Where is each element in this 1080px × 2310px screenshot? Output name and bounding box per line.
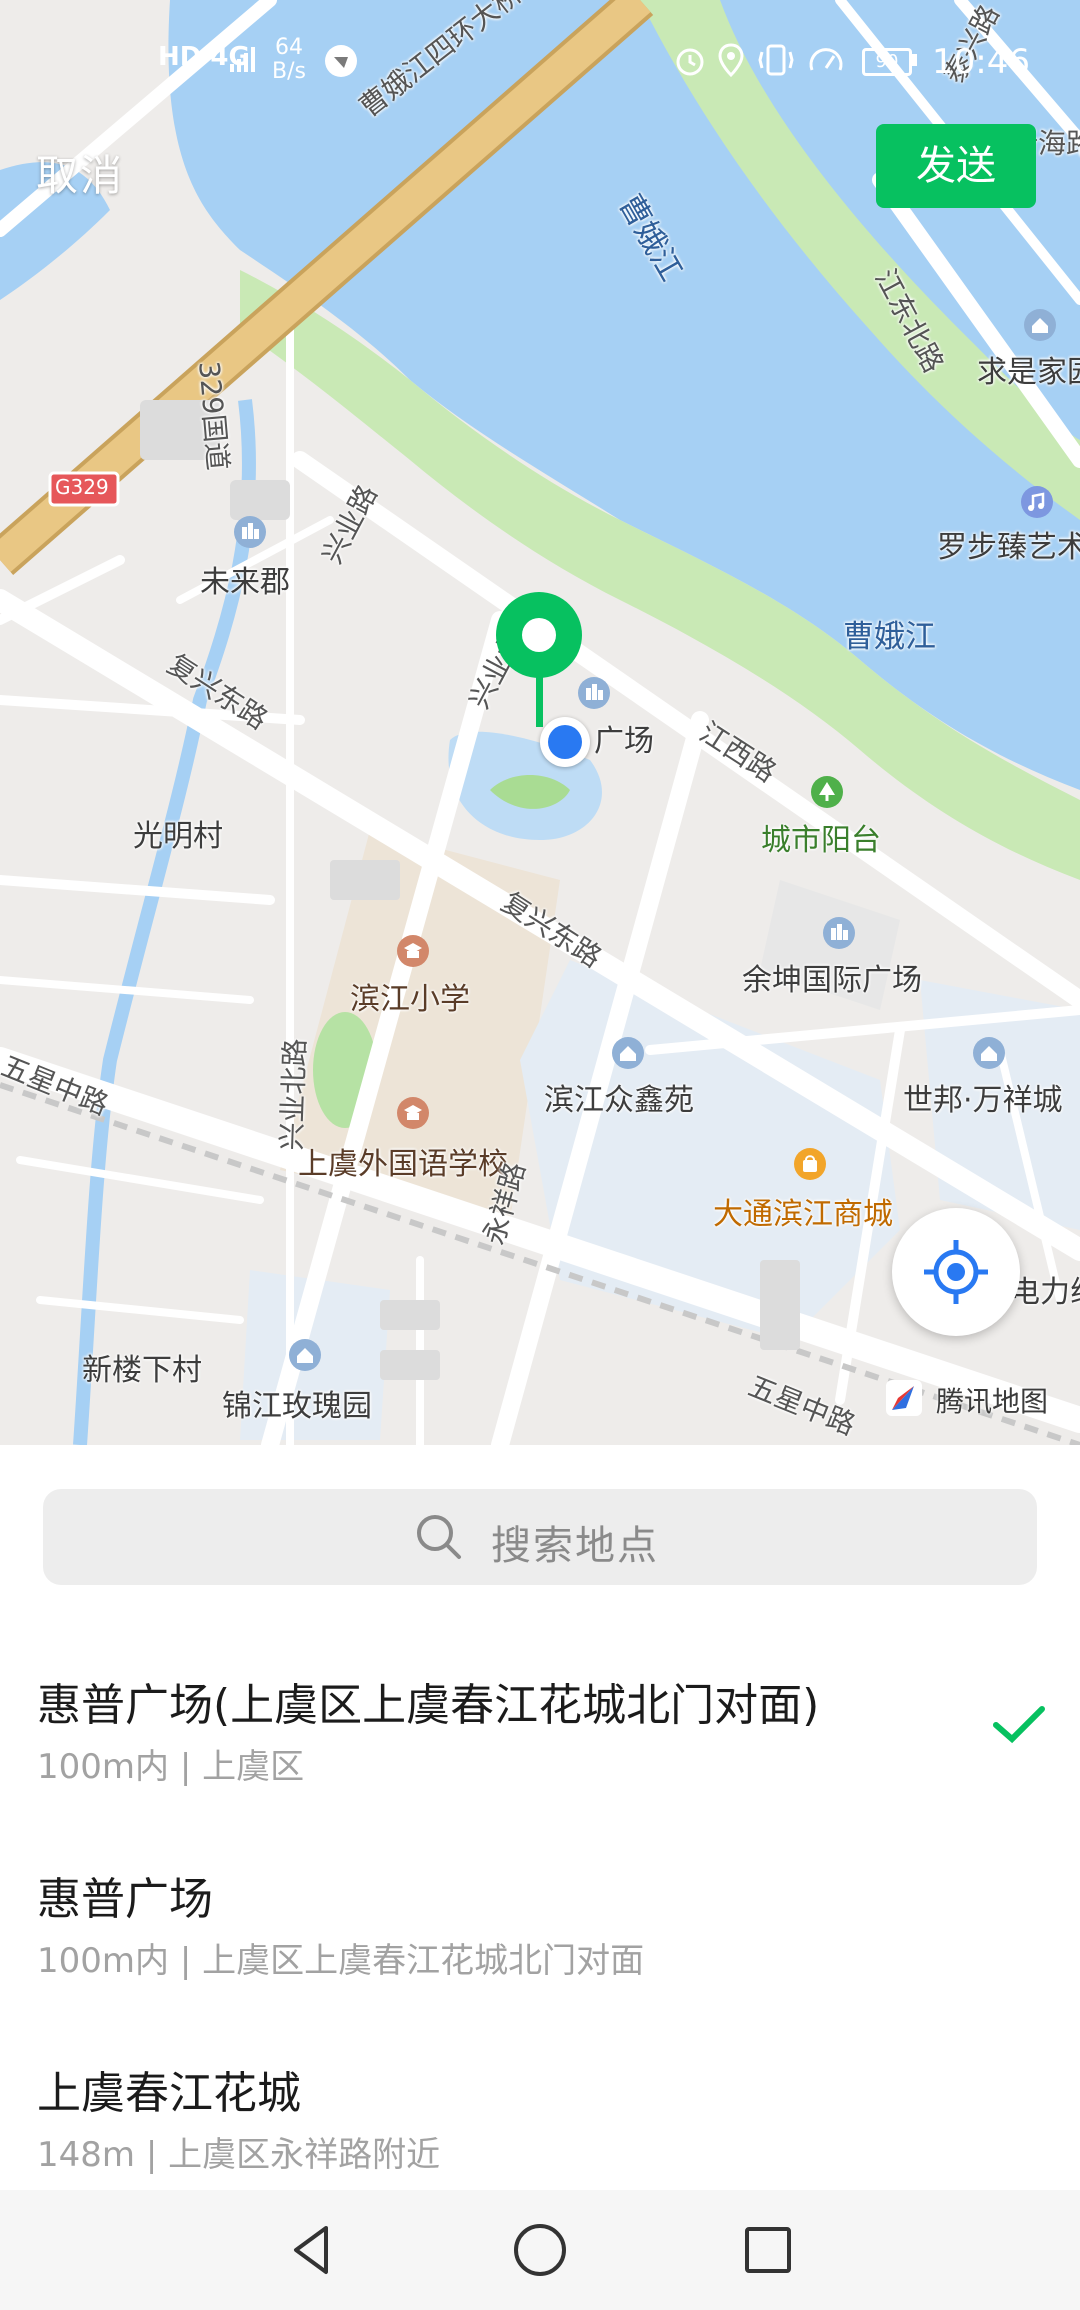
triangle-back-icon[interactable] (282, 2220, 342, 2280)
result-title: 上虞春江花城 (37, 2068, 301, 2119)
signal-icon (230, 47, 255, 72)
tencent-map-logo-icon (884, 1378, 924, 1418)
result-subtitle: 148m | 上虞区永祥路附近 (37, 2135, 441, 2175)
square-recents-icon[interactable] (738, 2220, 798, 2280)
wechat-notification-icon (325, 45, 357, 77)
binjiang-zhongxin-label: 滨江众鑫苑 (544, 1083, 694, 1118)
home-icon (288, 1338, 322, 1372)
tencent-map-brand: 腾讯地图 (936, 1385, 1049, 1418)
dianli-label: 电力线 (1010, 1275, 1080, 1310)
network-speed: 64 B/s (272, 35, 306, 84)
jinjiang-label: 锦江玫瑰园 (222, 1389, 372, 1424)
battery-indicator: 90 (862, 48, 912, 76)
qiushi-label: 求是家园 (977, 355, 1080, 390)
list-item[interactable]: 惠普广场 100m内 | 上虞区上虞春江花城北门对面 (0, 1863, 1080, 2053)
shibang-label: 世邦·万祥城 (903, 1083, 1063, 1118)
list-item[interactable]: 惠普广场(上虞区上虞春江花城北门对面) 100m内 | 上虞区 (0, 1669, 1080, 1859)
current-location-dot (540, 717, 590, 767)
circle-home-icon[interactable] (510, 2220, 570, 2280)
building-icon (822, 916, 856, 950)
location-results-sheet: 搜索地点 惠普广场(上虞区上虞春江花城北门对面) 100m内 | 上虞区 惠普广… (0, 1445, 1080, 2190)
home-icon (1023, 308, 1057, 342)
home-icon (611, 1036, 645, 1070)
xingyebei-label: 兴业北路 (275, 1037, 312, 1152)
road-329-label: 329国道 (192, 359, 235, 472)
vibrate-icon (758, 44, 794, 76)
chengshiyangtai-label: 城市阳台 (761, 823, 881, 858)
locate-me-button[interactable] (892, 1208, 1020, 1336)
result-title: 惠普广场 (37, 1874, 213, 1925)
datong-label: 大通滨江商城 (713, 1197, 893, 1232)
result-title: 惠普广场(上虞区上虞春江花城北门对面) (37, 1680, 820, 1731)
guangmingcun-label: 光明村 (133, 819, 223, 854)
xinlouxia-label: 新楼下村 (82, 1353, 202, 1388)
building-icon (577, 676, 611, 710)
music-icon (1020, 485, 1054, 519)
binjiang-primary-label: 滨江小学 (350, 982, 470, 1017)
cancel-button[interactable]: 取消 (36, 142, 124, 203)
map-view[interactable]: 曹娥江四环大桥 曹娥江 曹娥江 江东北路 求是家园 罗步臻艺术 G329 未来郡… (0, 0, 1080, 1445)
location-status-icon (718, 43, 744, 78)
result-subtitle: 100m内 | 上虞区 (37, 1747, 305, 1787)
status-bar: HD 4G 64 B/s 90 10:46 (0, 0, 1080, 120)
location-pin-icon[interactable] (496, 592, 582, 732)
shangyu-foreign-label: 上虞外国语学校 (298, 1147, 508, 1182)
shopping-icon (793, 1147, 827, 1181)
search-icon (417, 1515, 461, 1559)
crosshair-icon (924, 1240, 988, 1304)
system-nav-bar (0, 2190, 1080, 2310)
send-button[interactable]: 发送 (876, 124, 1036, 208)
home-icon (972, 1036, 1006, 1070)
canal (73, 399, 256, 1445)
huipu-label: 广场 (594, 724, 654, 759)
result-subtitle: 100m内 | 上虞区上虞春江花城北门对面 (37, 1941, 645, 1981)
weilaijun-label: 未来郡 (200, 565, 290, 600)
battery-tip (912, 54, 917, 66)
clock: 10:46 (932, 42, 1030, 82)
speed-meter-icon (809, 48, 843, 71)
school-icon (396, 934, 430, 968)
yukun-label: 余坤国际广场 (742, 963, 922, 998)
alarm-icon (676, 48, 704, 76)
search-input[interactable]: 搜索地点 (43, 1489, 1037, 1585)
luobu-label: 罗步臻艺术 (937, 530, 1080, 565)
school-icon (396, 1096, 430, 1130)
g329-label: G329 (55, 475, 109, 499)
building-icon (233, 515, 267, 549)
search-placeholder: 搜索地点 (491, 1523, 659, 1569)
river-label-main: 曹娥江 (843, 619, 936, 655)
checkmark-icon (993, 1706, 1045, 1744)
park-tree-icon (810, 775, 844, 809)
